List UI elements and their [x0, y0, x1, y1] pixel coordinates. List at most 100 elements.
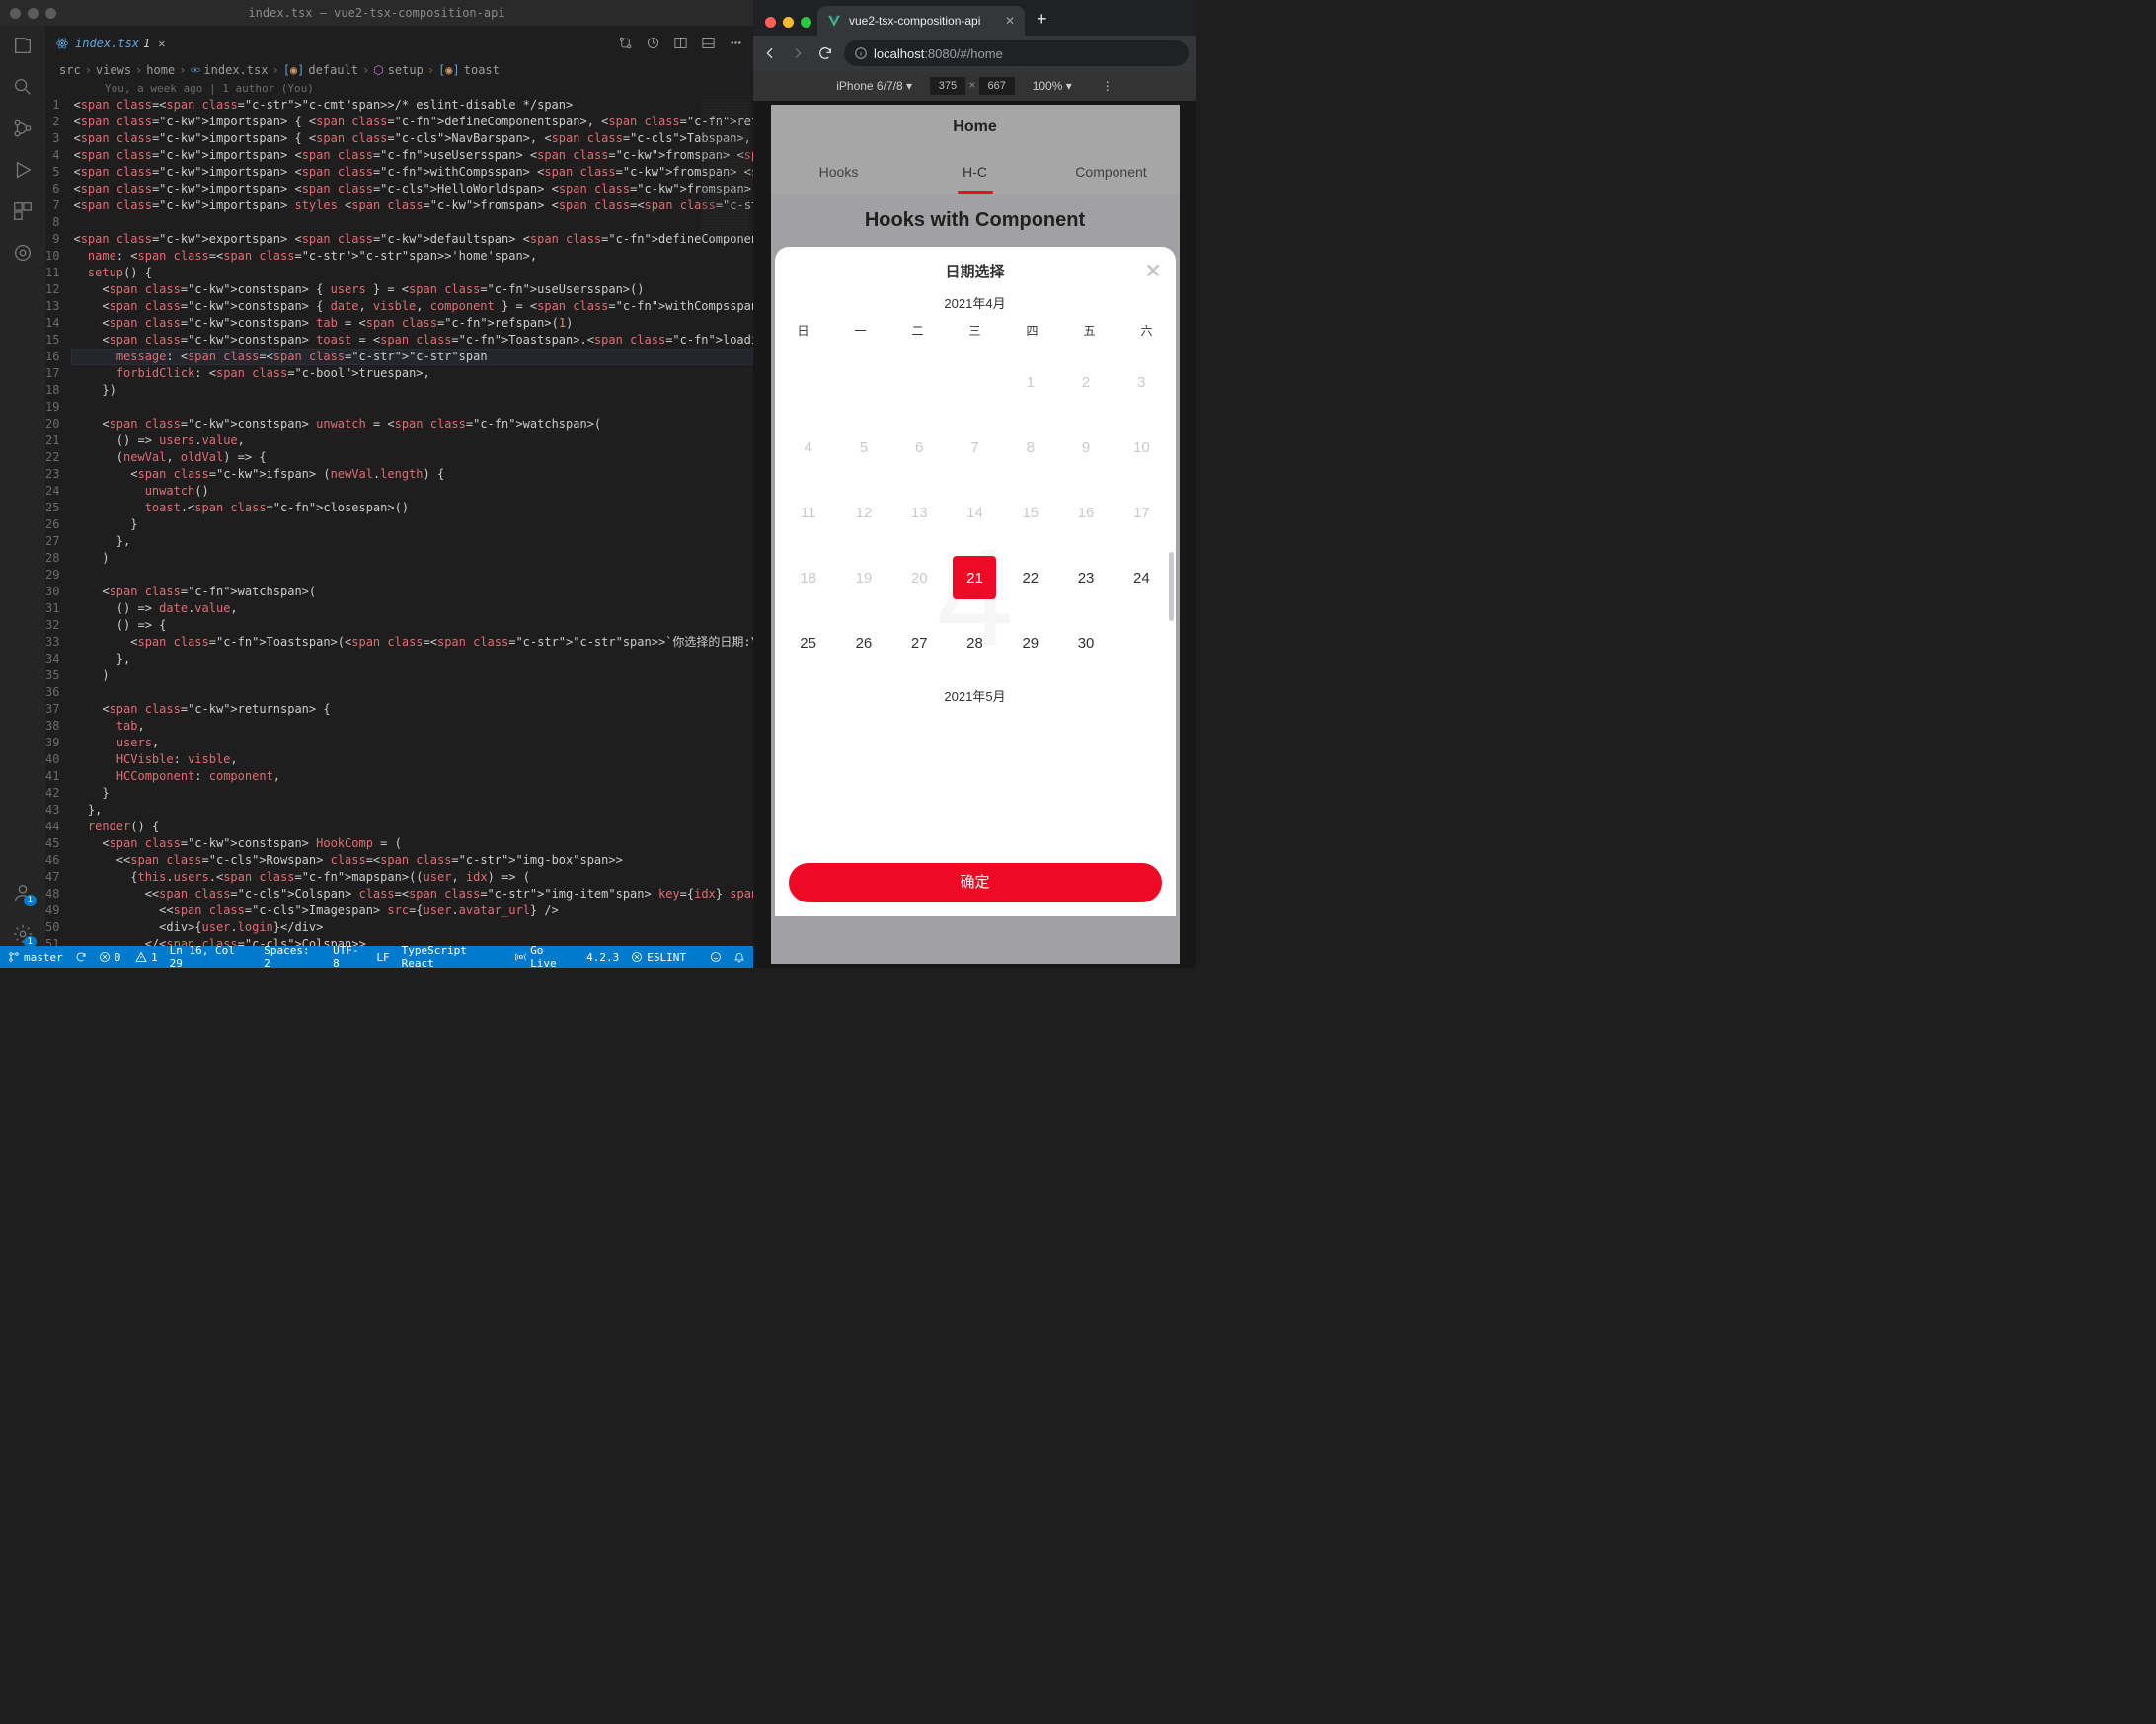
calendar-scrollbar[interactable]	[1169, 552, 1174, 621]
explorer-icon[interactable]	[11, 34, 35, 57]
confirm-button[interactable]: 确定	[789, 863, 1162, 902]
reload-icon[interactable]	[816, 44, 834, 62]
status-spaces[interactable]: Spaces: 2	[264, 944, 321, 970]
crumb-default[interactable]: default	[308, 63, 358, 77]
url-text: localhost:8080/#/home	[874, 46, 1003, 61]
line-number-gutter: 1234567891011121314151617181920212223242…	[45, 97, 73, 946]
code-area[interactable]: <span class=<span class="c-str">"c-cmt"s…	[73, 97, 753, 946]
calendar-day: 9	[1058, 426, 1114, 469]
calendar-day: 3	[1114, 360, 1169, 404]
status-eol[interactable]: LF	[376, 951, 389, 964]
close-tab-icon[interactable]: ✕	[158, 37, 165, 50]
status-branch[interactable]: master	[8, 951, 63, 964]
status-feedback-icon[interactable]	[710, 951, 722, 963]
new-tab-button[interactable]: +	[1025, 9, 1059, 36]
chrome-toolbar: localhost:8080/#/home	[753, 36, 1196, 71]
calendar-day: 4	[781, 426, 836, 469]
editor-tab[interactable]: index.tsx 1 ✕	[45, 26, 176, 59]
vue-icon	[827, 14, 841, 28]
status-cursor[interactable]: Ln 16, Col 29	[170, 944, 253, 970]
crumb-setup[interactable]: setup	[388, 63, 424, 77]
git-compare-icon[interactable]	[617, 35, 633, 50]
calendar-day[interactable]: 23	[1058, 556, 1114, 599]
layout-panel-icon[interactable]	[700, 35, 716, 50]
calendar-next-month-label: 2021年5月	[775, 670, 1176, 705]
revert-icon[interactable]	[645, 35, 660, 50]
minimap[interactable]	[702, 99, 749, 237]
account-icon[interactable]: 1	[11, 881, 35, 904]
crumb-toast[interactable]: toast	[464, 63, 500, 77]
search-icon[interactable]	[11, 75, 35, 99]
calendar-day[interactable]: 27	[891, 621, 947, 665]
calendar-day: 12	[836, 491, 891, 534]
calendar-day[interactable]: 22	[1003, 556, 1058, 599]
device-viewport: Home Hooks H-C Component Hooks with Comp…	[771, 105, 1180, 964]
minimize-window-icon[interactable]	[28, 8, 38, 19]
calendar-day[interactable]: 26	[836, 621, 891, 665]
more-icon[interactable]	[728, 35, 743, 50]
weekday-label: 二	[889, 322, 947, 339]
close-window-icon[interactable]	[10, 8, 21, 19]
device-picker[interactable]: iPhone 6/7/8 ▾	[836, 79, 912, 93]
calendar-day[interactable]: 24	[1114, 556, 1169, 599]
browser-tab[interactable]: vue2-tsx-composition-api ✕	[817, 6, 1025, 36]
status-ts-version[interactable]: 4.2.3	[586, 951, 619, 964]
calendar-day: 1	[1003, 360, 1058, 404]
status-problems[interactable]: 0 1	[99, 951, 158, 964]
zoom-window-icon[interactable]	[801, 17, 811, 28]
zoom-picker[interactable]: 100% ▾	[1033, 79, 1072, 93]
tab-hc[interactable]: H-C	[907, 150, 1043, 194]
status-encoding[interactable]: UTF-8	[333, 944, 364, 970]
chrome-tabstrip: vue2-tsx-composition-api ✕ +	[753, 0, 1196, 36]
forward-icon[interactable]	[789, 44, 807, 62]
calendar-day[interactable]: 21	[947, 556, 1002, 599]
zoom-window-icon[interactable]	[45, 8, 56, 19]
calendar-weekdays: 日一二三四五六	[775, 322, 1176, 345]
status-bar: master 0 1 Ln 16, Col 29 Spaces: 2 UTF-8…	[0, 946, 753, 968]
status-language[interactable]: TypeScript React	[402, 944, 503, 970]
calendar-day[interactable]: 25	[781, 621, 836, 665]
crumb-src[interactable]: src	[59, 63, 81, 77]
status-sync[interactable]	[75, 951, 87, 963]
chrome-traffic-lights[interactable]	[761, 23, 817, 36]
activity-bar: 1 1	[0, 26, 45, 946]
calendar-title: 日期选择 ✕	[775, 247, 1176, 287]
react-icon	[190, 64, 201, 76]
breadcrumbs[interactable]: src› views› home› index.tsx› [◉] default…	[45, 59, 753, 81]
extensions-icon[interactable]	[11, 199, 35, 223]
source-control-icon[interactable]	[11, 117, 35, 140]
calendar-day: 20	[891, 556, 947, 599]
tab-modified: 1	[143, 37, 150, 50]
close-icon[interactable]: ✕	[1145, 259, 1162, 283]
viewport-height-input[interactable]	[979, 77, 1015, 95]
run-debug-icon[interactable]	[11, 158, 35, 182]
minimize-window-icon[interactable]	[783, 17, 794, 28]
settings-gear-icon[interactable]: 1	[11, 922, 35, 946]
status-eslint[interactable]: ESLINT	[631, 951, 686, 964]
calendar-day[interactable]: 29	[1003, 621, 1058, 665]
target-icon[interactable]	[11, 241, 35, 265]
calendar-day: 2	[1058, 360, 1114, 404]
crumb-home[interactable]: home	[146, 63, 175, 77]
status-golive[interactable]: Go Live	[515, 944, 576, 970]
macos-traffic-lights[interactable]	[10, 8, 56, 19]
browser-tab-title: vue2-tsx-composition-api	[849, 14, 980, 28]
crumb-views[interactable]: views	[96, 63, 131, 77]
split-editor-icon[interactable]	[672, 35, 688, 50]
codelens[interactable]: You, a week ago | 1 author (You)	[45, 81, 753, 97]
crumb-file[interactable]: index.tsx	[203, 63, 268, 77]
calendar-day: 11	[781, 491, 836, 534]
calendar-day[interactable]: 30	[1058, 621, 1114, 665]
weekday-label: 五	[1061, 322, 1118, 339]
info-icon	[854, 46, 868, 60]
close-tab-icon[interactable]: ✕	[1005, 14, 1015, 28]
devtools-more-icon[interactable]: ⋮	[1102, 79, 1114, 93]
close-window-icon[interactable]	[765, 17, 776, 28]
calendar-day: 15	[1003, 491, 1058, 534]
back-icon[interactable]	[761, 44, 779, 62]
address-bar[interactable]: localhost:8080/#/home	[844, 40, 1189, 66]
viewport-width-input[interactable]	[930, 77, 965, 95]
status-bell-icon[interactable]	[733, 951, 745, 963]
calendar-day[interactable]: 28	[947, 621, 1002, 665]
calendar-popup: 日期选择 ✕ 2021年4月 日一二三四五六 4 123456789101112…	[775, 247, 1176, 916]
